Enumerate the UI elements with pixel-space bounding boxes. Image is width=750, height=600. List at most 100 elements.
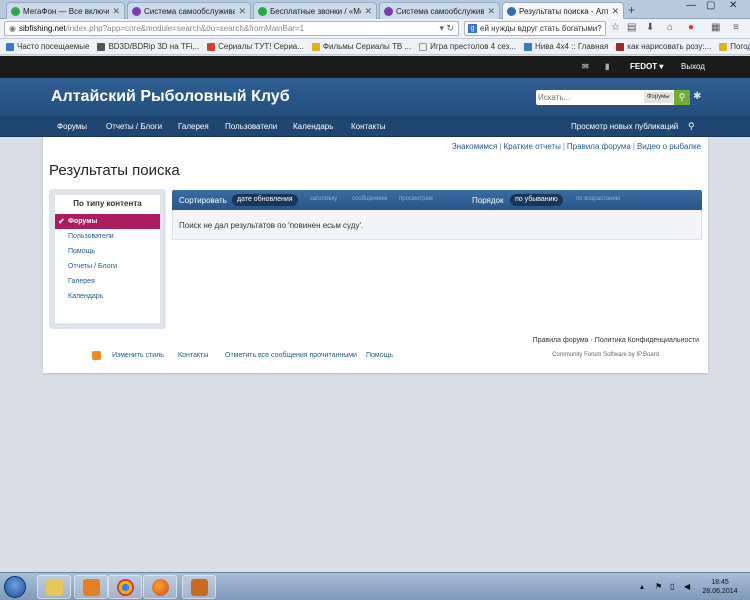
change-style-link[interactable]: Изменить стиль (112, 352, 164, 359)
messages-icon[interactable]: ✉ (582, 62, 589, 71)
browser-tab[interactable]: МегаФон — Все включен... ✕ (6, 2, 125, 19)
start-button[interactable] (4, 576, 26, 598)
maximize-icon[interactable]: ▢ (706, 0, 715, 11)
filter-item-forums[interactable]: ✔ Форумы (55, 214, 160, 229)
bookmark-item[interactable]: BD3D/BDRip 3D на TFi... (97, 42, 199, 51)
gear-icon[interactable]: ✱ (693, 91, 701, 102)
order-option[interactable]: по возрастанию (576, 196, 620, 202)
bookmark-icon (523, 42, 532, 51)
search-button[interactable]: ⚲ (674, 90, 690, 105)
browser-tab[interactable]: Система самообслужива... ✕ (127, 2, 251, 19)
close-icon[interactable]: ✕ (364, 6, 372, 17)
browser-search-text: ей нужды вдруг стать богатыми? (480, 24, 602, 33)
logout-link[interactable]: Выход (681, 62, 705, 71)
view-new-content-link[interactable]: Просмотр новых публикаций (571, 122, 678, 131)
powered-by[interactable]: Community Forum Software by IP.Board (552, 352, 659, 358)
nav-item-gallery[interactable]: Галерея (178, 122, 209, 131)
sort-option[interactable]: заголовку (310, 196, 337, 202)
bookmark-item[interactable]: как нарисовать розу:... (616, 42, 711, 51)
close-icon[interactable]: ✕ (487, 6, 495, 17)
browser-search-input[interactable]: g ей нужды вдруг стать богатыми? (464, 21, 606, 36)
nav-item-members[interactable]: Пользователи (225, 122, 277, 131)
download-icon[interactable]: ⬇ (646, 22, 654, 33)
site-logo[interactable]: Алтайский Рыболовный Клуб (51, 88, 290, 106)
rss-icon[interactable] (92, 351, 101, 360)
url-bar[interactable]: ◉ sibfishing.net/index.php?app=core&modu… (4, 21, 459, 36)
taskbar-app-active[interactable] (143, 575, 177, 599)
bookmark-label: как нарисовать розу:... (627, 42, 712, 51)
user-menu[interactable]: FEDOT ▾ (630, 62, 663, 71)
top-links: Знакомимся | Краткие отчеты | Правила форума… (451, 142, 701, 151)
search-scope[interactable]: Форумы (644, 92, 673, 103)
tab-title: Система самообслужива... (144, 6, 236, 16)
filter-item-help[interactable]: Помощь (55, 244, 160, 259)
top-link[interactable]: Видео о рыбалке (637, 142, 701, 151)
footer-policy-links[interactable]: Правила форума · Политика Конфиденциальн… (533, 337, 699, 344)
new-tab-button[interactable]: + (628, 3, 635, 17)
nav-item-forums[interactable]: Форумы (57, 122, 87, 131)
sort-bar: Сортировать дате обновления заголовку со… (172, 190, 702, 210)
top-link[interactable]: Правила форума (567, 142, 631, 151)
notifications-icon[interactable]: ▮ (605, 62, 609, 71)
clipboard-icon[interactable]: ▤ (627, 22, 636, 33)
tray-arrow-icon[interactable]: ▴ (640, 582, 644, 591)
contacts-link[interactable]: Контакты (178, 352, 208, 359)
site-search-input[interactable] (538, 91, 638, 103)
menu-icon[interactable]: ≡ (733, 22, 739, 33)
bookmark-star-icon[interactable]: ☆ (611, 22, 620, 33)
extension-icon[interactable]: ▦ (711, 22, 720, 33)
close-window-icon[interactable]: ✕ (729, 0, 737, 11)
nav-item-blogs[interactable]: Отчеты / Блоги (106, 122, 162, 131)
browser-tab[interactable]: Система самообслужива... ✕ (379, 2, 500, 19)
bookmark-item[interactable]: Сериалы ТУТ! Сериа... (207, 42, 304, 51)
nav-item-contacts[interactable]: Контакты (351, 122, 386, 131)
filter-label: Галерея (68, 278, 95, 285)
filter-item-blogs[interactable]: Отчеты / Блоги (55, 259, 160, 274)
close-icon[interactable]: ✕ (112, 6, 120, 17)
main-nav: Форумы Отчеты / Блоги Галерея Пользовате… (0, 116, 750, 137)
sort-option[interactable]: просмотрам (399, 196, 433, 202)
filter-item-calendar[interactable]: Календарь (55, 289, 160, 304)
reload-icon[interactable]: ▾ ↻ (439, 23, 454, 34)
flag-icon[interactable]: ⚑ (655, 582, 662, 591)
top-link[interactable]: Знакомимся (452, 142, 498, 151)
nav-item-calendar[interactable]: Календарь (293, 122, 333, 131)
filter-item-gallery[interactable]: Галерея (55, 274, 160, 289)
tab-favicon (384, 6, 393, 16)
sort-option[interactable]: сообщениям (352, 196, 387, 202)
network-icon[interactable]: ▯ (670, 582, 674, 591)
adblock-icon[interactable]: ● (688, 22, 694, 33)
bookmarks-bar: Часто посещаемые BD3D/BDRip 3D на TFi...… (0, 39, 750, 55)
order-option-active[interactable]: по убыванию (510, 194, 563, 206)
bookmark-item[interactable]: Часто посещаемые (6, 42, 89, 51)
browser-tab-active[interactable]: Результаты поиска - Алта... ✕ (502, 2, 624, 19)
system-clock[interactable]: 18:45 28.06.2014 (700, 578, 740, 596)
content-panel: Знакомимся | Краткие отчеты | Правила форума… (43, 137, 708, 373)
taskbar-app[interactable] (74, 575, 108, 599)
sort-option-active[interactable]: дате обновления (232, 194, 298, 206)
bookmark-icon (97, 42, 106, 51)
media-player-icon (83, 579, 100, 596)
close-icon[interactable]: ✕ (611, 6, 619, 17)
bookmark-item[interactable]: Погода в Новоалтайс... (719, 42, 750, 51)
close-icon[interactable]: ✕ (238, 6, 246, 17)
bookmark-item[interactable]: Фильмы Сериалы ТВ ... (311, 42, 411, 51)
bookmark-item[interactable]: Игра престолов 4 сез... (419, 42, 516, 51)
taskbar-app[interactable] (108, 575, 142, 599)
taskbar-app[interactable] (37, 575, 71, 599)
help-link[interactable]: Помощь (366, 352, 393, 359)
mark-all-read-link[interactable]: Отметить все сообщения прочитанными (225, 352, 357, 359)
browser-tab[interactable]: Бесплатные звонки / «Ме... ✕ (253, 2, 377, 19)
taskbar-app[interactable] (182, 575, 216, 599)
clock-time: 18:45 (711, 579, 729, 586)
bookmark-item[interactable]: Нива 4x4 :: Главная (523, 42, 608, 51)
top-link[interactable]: Краткие отчеты (503, 142, 560, 151)
url-host: sibfishing.net (18, 24, 66, 33)
minimize-icon[interactable]: — (686, 0, 696, 11)
home-icon[interactable]: ⌂ (667, 22, 673, 33)
game-icon (191, 579, 208, 596)
map-pin-icon[interactable]: ⚲ (688, 121, 695, 132)
folder-icon (46, 579, 63, 596)
filter-item-members[interactable]: Пользователи (55, 229, 160, 244)
volume-icon[interactable]: ◀ (684, 582, 690, 591)
